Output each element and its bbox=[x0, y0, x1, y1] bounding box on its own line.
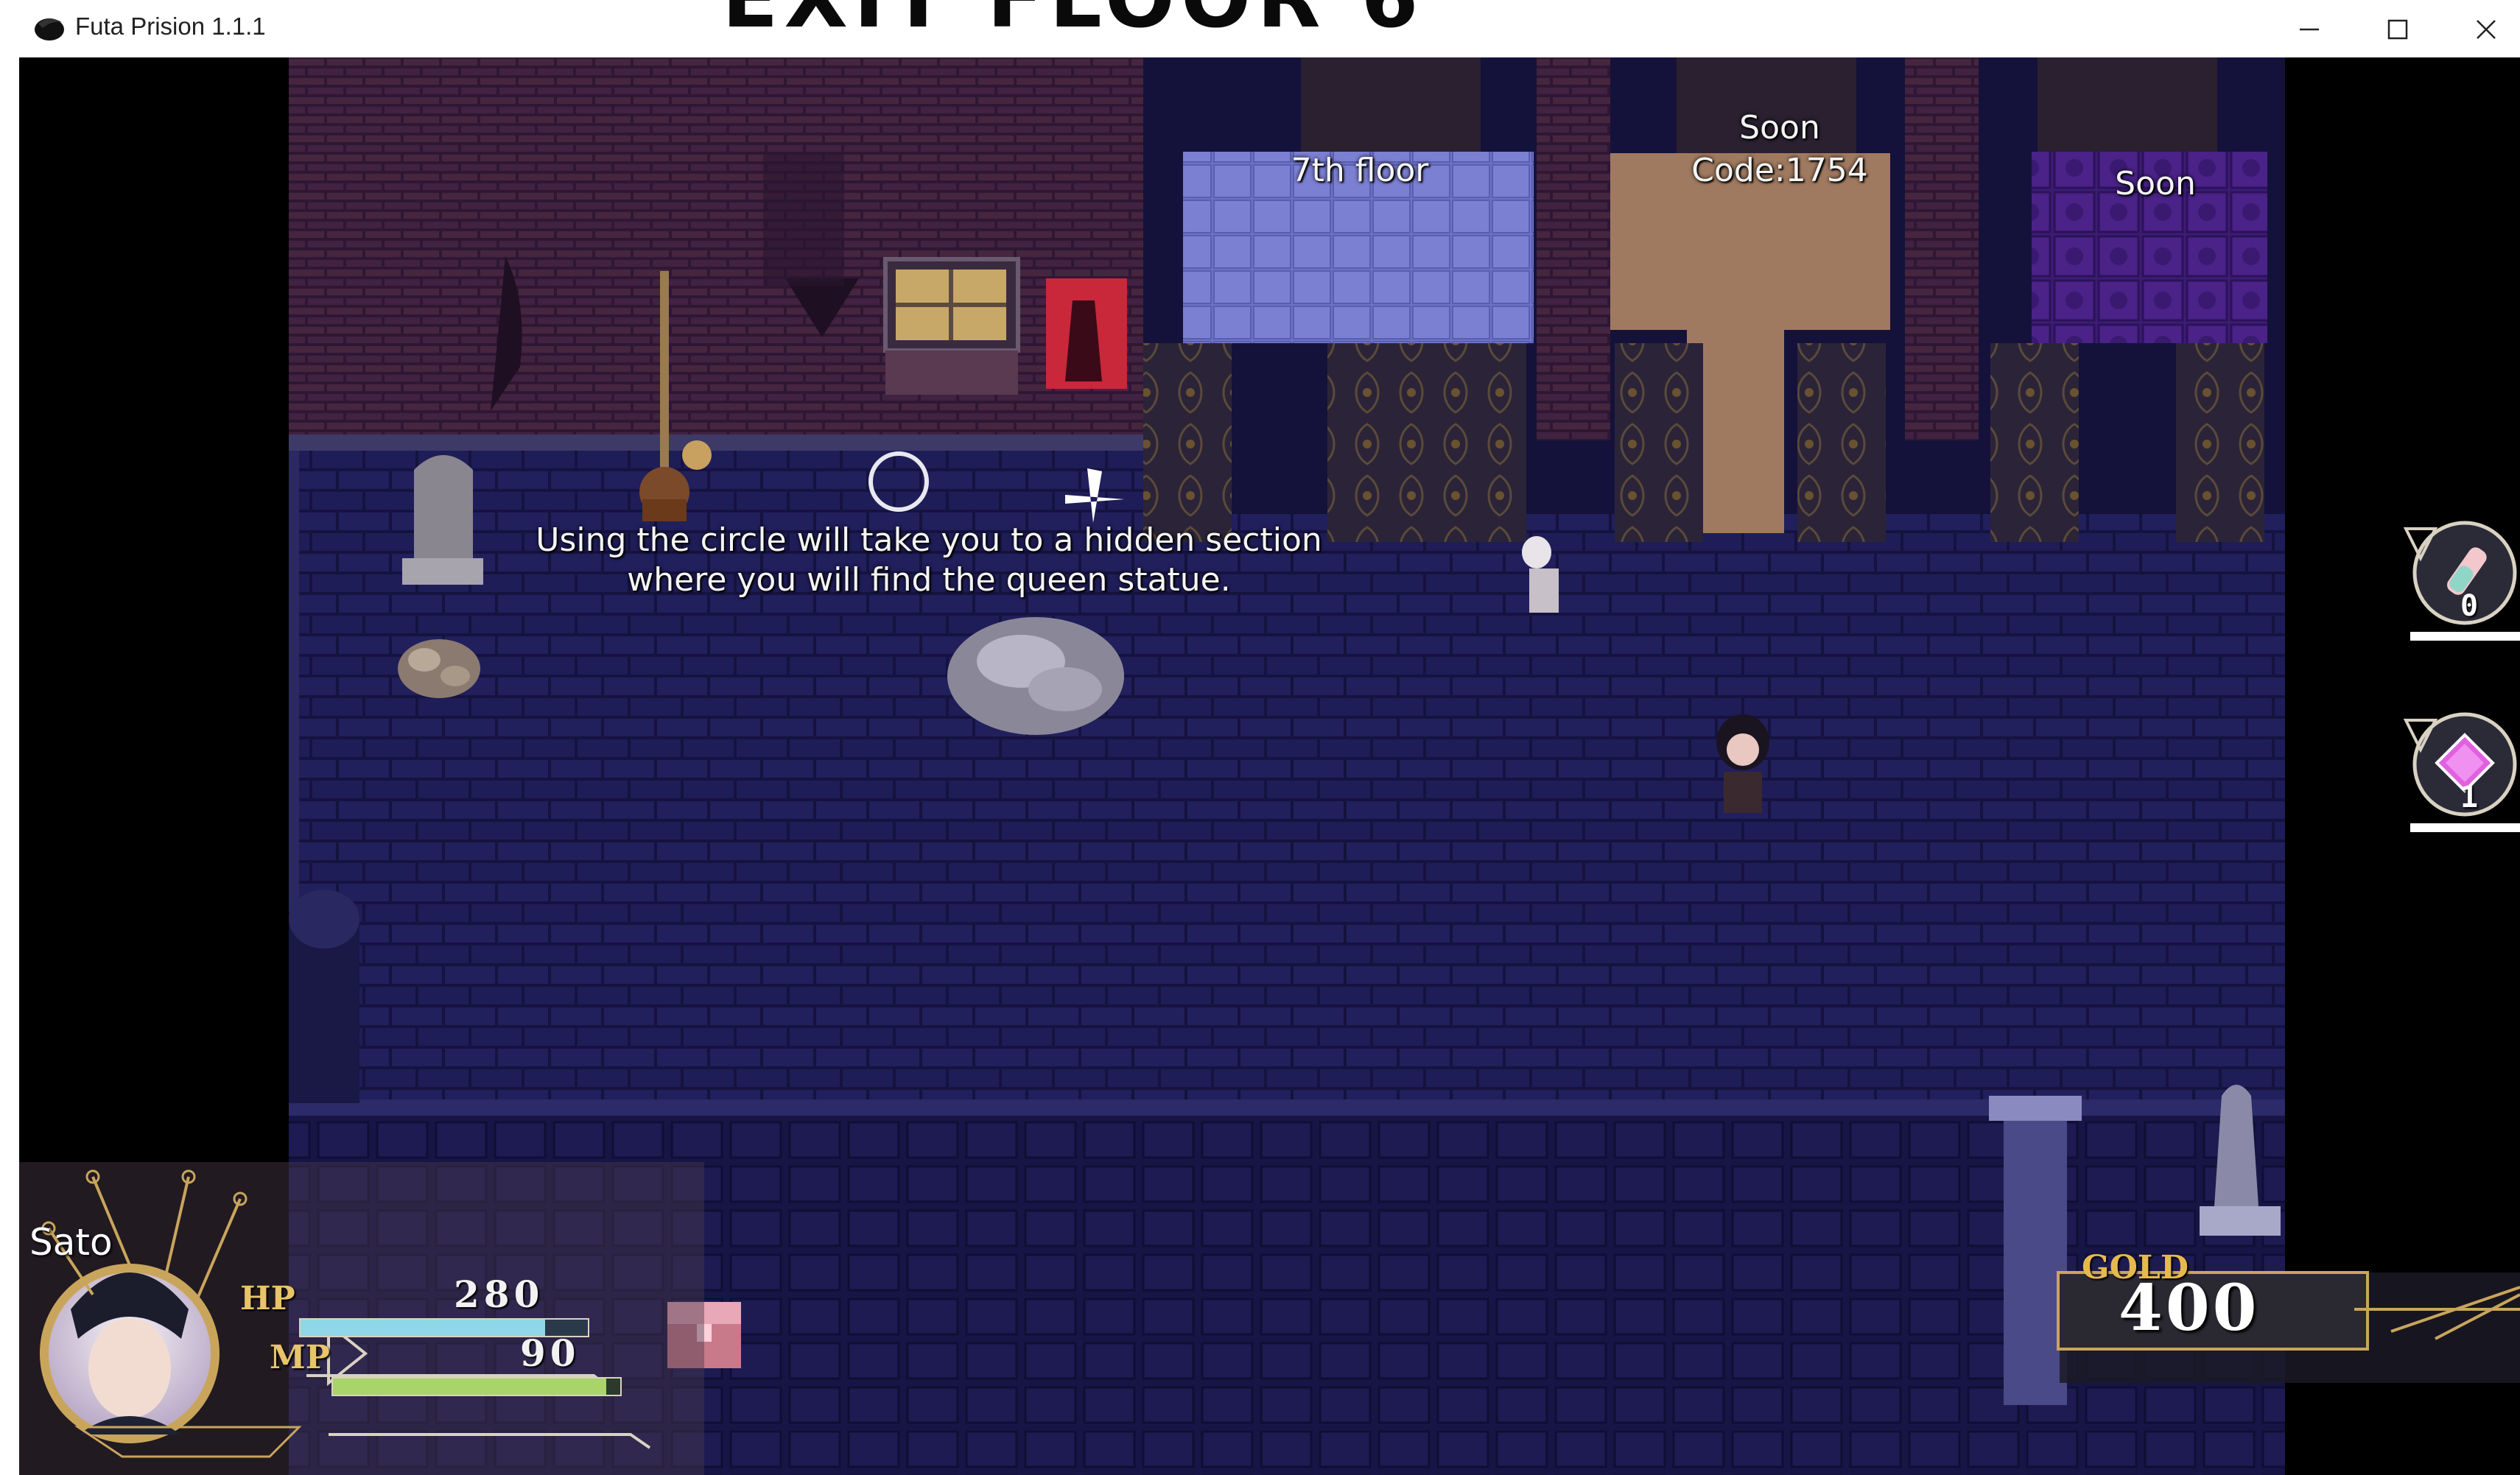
window-title: Futa Prision 1.1.1 bbox=[75, 13, 266, 40]
hp-value: 280 bbox=[454, 1272, 544, 1316]
door-label-soon: Soon bbox=[1739, 109, 1820, 147]
mp-bar-fill bbox=[333, 1379, 606, 1395]
hint-text-line-2: where you will find the queen statue. bbox=[627, 561, 1231, 599]
game-viewport[interactable]: 7th floor Soon Code:1754 Soon Using the … bbox=[19, 57, 2520, 1475]
window-titlebar: Futa Prision 1.1.1 EXIT FLOOR 6 bbox=[0, 0, 2520, 57]
mp-label: MP bbox=[270, 1339, 330, 1376]
app-icon bbox=[32, 13, 66, 43]
character-portrait bbox=[49, 1272, 211, 1434]
crystal-count: 1 bbox=[2460, 781, 2479, 814]
door-label-7th-floor: 7th floor bbox=[1291, 152, 1429, 189]
hp-bar-fill bbox=[301, 1320, 545, 1336]
window-left-border bbox=[0, 57, 19, 1475]
hint-text-line-1: Using the circle will take you to a hidd… bbox=[536, 521, 1322, 559]
character-name: Sato bbox=[29, 1221, 113, 1264]
minimize-button[interactable] bbox=[2266, 6, 2354, 52]
mp-bar bbox=[331, 1377, 622, 1396]
potion-count: 0 bbox=[2460, 589, 2479, 623]
close-button[interactable] bbox=[2443, 6, 2520, 52]
door-label-code: Code:1754 bbox=[1691, 152, 1868, 189]
hp-label: HP bbox=[240, 1280, 295, 1317]
mp-value: 90 bbox=[520, 1331, 580, 1375]
door-label-soon-2: Soon bbox=[2115, 165, 2196, 203]
teleport-circle[interactable] bbox=[869, 452, 928, 511]
gold-value: 400 bbox=[2119, 1271, 2260, 1345]
bleed-banner-text: EXIT FLOOR 6 bbox=[722, 0, 1424, 43]
maximize-button[interactable] bbox=[2354, 6, 2443, 52]
